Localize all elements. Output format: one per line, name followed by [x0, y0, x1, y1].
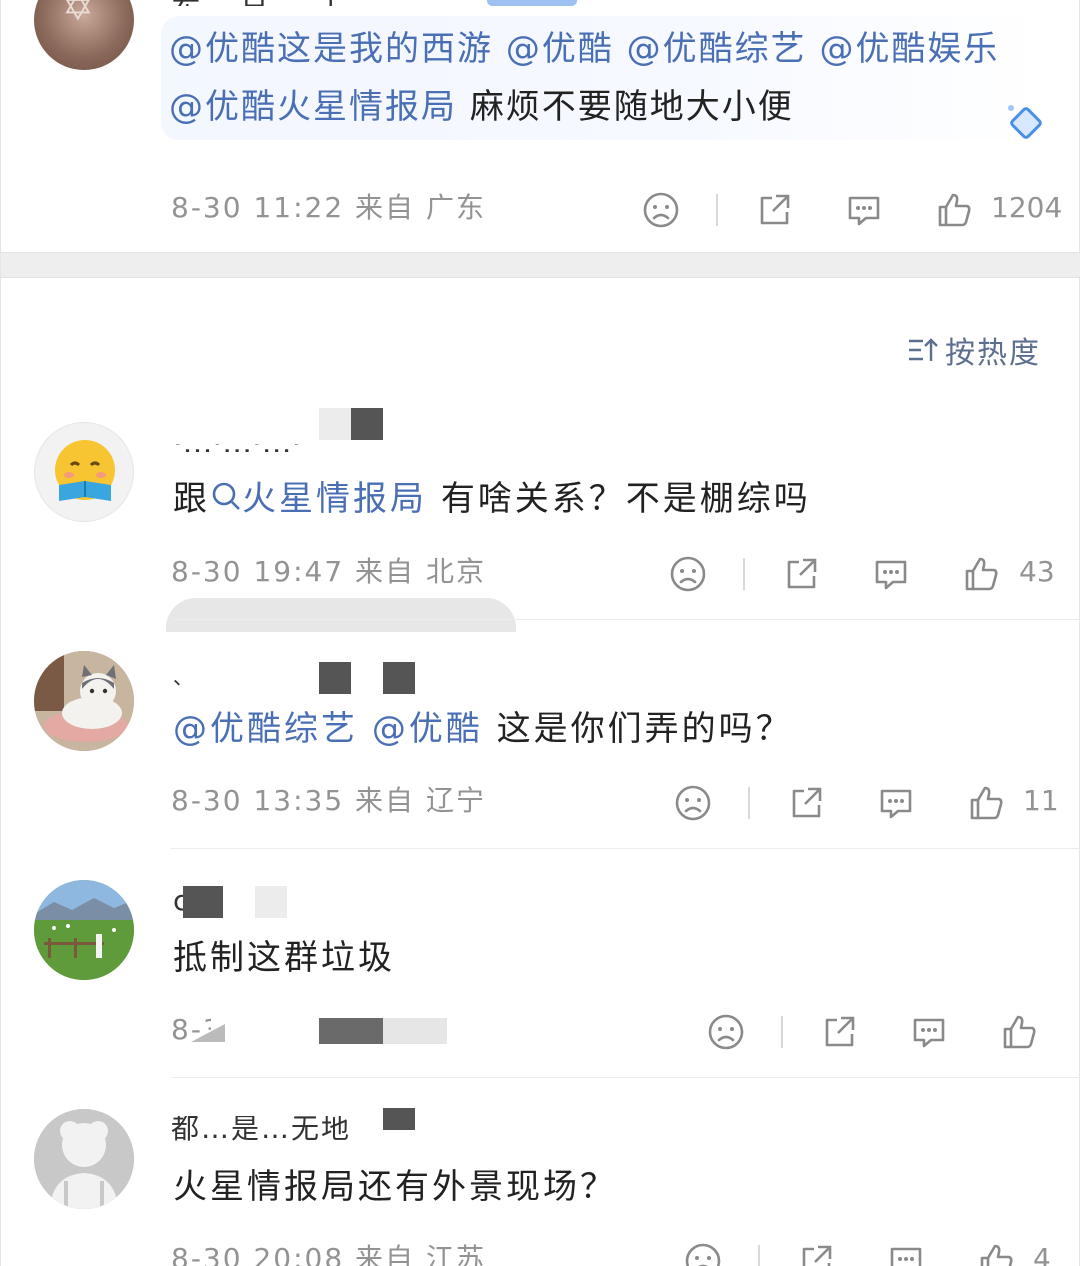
- share-icon[interactable]: [786, 783, 826, 823]
- avatar[interactable]: [34, 880, 134, 980]
- post-meta-row: 8-30 11:22 来自 广东 1204: [171, 186, 1062, 230]
- username-mask: [351, 408, 383, 440]
- quote-text: @优酷这是我的西游 @优酷 @优酷综艺 @优酷娱乐 @优酷火星情报局 麻烦不要随…: [169, 20, 1009, 136]
- username-cropped[interactable]: 、: [173, 667, 193, 687]
- username-cropped[interactable]: 东…月…己…: [171, 0, 471, 6]
- sort-by-heat-button[interactable]: 按热度: [907, 330, 1041, 371]
- mention-link[interactable]: @优酷综艺: [627, 29, 807, 69]
- comment-text: 跟火星情报局 有啥关系？不是棚综吗: [173, 479, 811, 519]
- divider: [781, 1016, 783, 1048]
- comment-meta-row: 8-30 19:47 来自 北京 43: [171, 550, 1055, 594]
- topic-link[interactable]: 火星情报局: [210, 479, 427, 519]
- comment-meta: 8-30 13:35 来自 辽宁: [171, 784, 486, 817]
- divider: [758, 1245, 760, 1266]
- sad-face-icon[interactable]: [673, 783, 713, 823]
- avatar[interactable]: ✡: [34, 0, 134, 70]
- username-cropped[interactable]: ·…·…·…·: [173, 444, 373, 452]
- comment-meta-row: 8-30: [171, 1008, 1051, 1052]
- comment-text: 火星情报局还有外景现场？: [173, 1167, 617, 1207]
- divider: [716, 194, 718, 226]
- comment-meta: 8-30 19:47 来自 北京: [171, 555, 486, 588]
- comment-page: ✡ 东…月…己… @优酷这是我的西游 @优酷 @优酷综艺 @优酷娱乐 @优酷火星…: [0, 0, 1080, 1266]
- like-count: 43: [1019, 555, 1055, 588]
- like-count: 11: [1023, 784, 1059, 817]
- meadow-photo-avatar: [34, 880, 134, 980]
- sort-icon: [909, 338, 938, 361]
- username-mask: [183, 886, 223, 918]
- sad-face-icon[interactable]: [668, 554, 708, 594]
- sad-face-icon[interactable]: [683, 1241, 723, 1266]
- divider: [171, 619, 1080, 620]
- comment-icon[interactable]: [886, 1241, 926, 1266]
- mention-link[interactable]: @优酷火星情报局: [169, 87, 457, 127]
- username-mask: [383, 1108, 415, 1130]
- comment-icon[interactable]: [909, 1012, 949, 1052]
- divider: [743, 558, 745, 590]
- post-meta: 8-30 11:22 来自 广东: [171, 191, 486, 224]
- comment-meta: 8-30 20:08 来自 江苏: [171, 1242, 486, 1266]
- mention-link[interactable]: @优酷: [372, 709, 483, 749]
- username-mask: [383, 662, 415, 694]
- like-count: 1204: [991, 191, 1063, 224]
- section-separator: [1, 252, 1080, 278]
- avatar[interactable]: [34, 422, 134, 522]
- comment-meta-row: 8-30 20:08 来自 江苏 4: [171, 1237, 1051, 1266]
- mention-link[interactable]: @优酷: [506, 29, 614, 69]
- mention-link[interactable]: @优酷这是我的西游: [169, 29, 493, 69]
- sad-face-icon[interactable]: [706, 1012, 746, 1052]
- divider: [171, 1077, 1080, 1078]
- thumbs-up-icon[interactable]: [934, 190, 974, 230]
- thumbs-up-icon[interactable]: [976, 1241, 1016, 1266]
- comment-icon[interactable]: [844, 190, 884, 230]
- divider: [171, 848, 1080, 849]
- username-mask: [319, 408, 351, 440]
- thumbs-up-icon[interactable]: [999, 1012, 1039, 1052]
- original-post: ✡ 东…月…己… @优酷这是我的西游 @优酷 @优酷综艺 @优酷娱乐 @优酷火星…: [1, 0, 1080, 252]
- username-mask: [255, 886, 287, 918]
- comment-meta: 8-30: [171, 1013, 211, 1046]
- cat-photo-avatar: [34, 651, 134, 751]
- share-icon[interactable]: [819, 1012, 859, 1052]
- sad-face-icon[interactable]: [641, 190, 681, 230]
- share-icon[interactable]: [754, 190, 794, 230]
- overlay-fragment: [166, 598, 516, 632]
- mention-link[interactable]: @优酷综艺: [173, 709, 358, 749]
- share-icon[interactable]: [781, 554, 821, 594]
- share-icon[interactable]: [796, 1241, 836, 1266]
- comment-text: 抵制这群垃圾: [173, 938, 395, 978]
- thumbs-up-icon[interactable]: [961, 554, 1001, 594]
- diamond-badge-icon: [1008, 105, 1042, 139]
- divider: [748, 787, 750, 819]
- post-text: 麻烦不要随地大小便: [469, 87, 794, 127]
- sort-label: 按热度: [945, 336, 1041, 371]
- meta-mask: [383, 1018, 447, 1044]
- username-cropped[interactable]: 都…是…无地: [171, 1116, 411, 1142]
- comment-meta-row: 8-30 13:35 来自 辽宁 11: [171, 779, 1059, 823]
- mention-link[interactable]: @优酷娱乐: [819, 29, 999, 69]
- username-mask: [319, 662, 351, 694]
- star-of-david-icon: ✡: [62, 0, 94, 29]
- avatar[interactable]: [34, 1109, 134, 1209]
- avatar[interactable]: [34, 651, 134, 751]
- user-badge: [487, 0, 577, 6]
- comment-icon[interactable]: [876, 783, 916, 823]
- meta-mask: [319, 1018, 383, 1044]
- comment-text: @优酷综艺 @优酷 这是你们弄的吗？: [173, 709, 793, 749]
- thumbs-up-icon[interactable]: [966, 783, 1006, 823]
- reading-emoji-avatar: [55, 440, 115, 501]
- search-icon: [212, 482, 240, 510]
- default-avatar-icon: [34, 1109, 134, 1209]
- like-count: 4: [1033, 1242, 1051, 1266]
- comment-icon[interactable]: [871, 554, 911, 594]
